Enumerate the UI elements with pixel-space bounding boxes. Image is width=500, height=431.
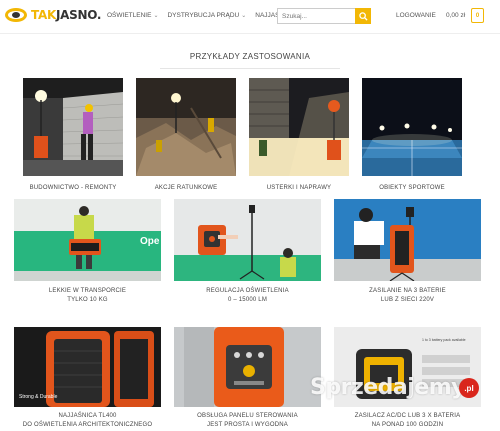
tile-caption: USTERKI I NAPRAWY: [266, 185, 332, 191]
photo-overlay-text: 1 to 3 battery pack available: [422, 338, 466, 342]
cart-icon[interactable]: 0: [471, 8, 484, 23]
photo-lightweight: [14, 199, 161, 281]
photo-sports: [362, 78, 462, 176]
photo-rescue: [136, 78, 236, 176]
site-header: TAKJASNO. OŚWIETLENIE ⌄ DYSTRYBUCJA PRĄDU…: [0, 0, 500, 34]
watermark-badge: .pl: [459, 378, 479, 398]
photo-construction: [23, 78, 123, 176]
site-logo[interactable]: TAKJASNO.: [5, 7, 101, 23]
login-link[interactable]: LOGOWANIE: [396, 12, 436, 19]
tile-caption: OBIEKTY SPORTOWE: [379, 185, 445, 191]
photo-control-panel: [174, 327, 321, 407]
search-button[interactable]: [355, 8, 371, 24]
search-input[interactable]: [277, 8, 355, 24]
logo-mark-icon: [5, 7, 27, 23]
photo-repairs: [249, 78, 349, 176]
chevron-down-icon: ⌄: [241, 13, 247, 19]
nav-item-dystrybucja-pradu[interactable]: DYSTRYBUCJA PRĄDU ⌄: [167, 12, 246, 19]
photo-battery-power: [334, 199, 481, 281]
tile-caption: BUDOWNICTWO - REMONTY: [29, 185, 117, 191]
photo-dimming: [174, 199, 321, 281]
watermark-text: Sprzedajemy: [310, 375, 466, 400]
photo-overlay-text: Ope: [140, 236, 160, 247]
tile-caption: ZASILANIE NA 3 BATERIE LUB Z SIECI 220V: [369, 288, 446, 303]
tile-caption: LEKKIE W TRANSPORCIE TYLKO 10 KG: [48, 288, 127, 303]
search-form: [277, 8, 371, 24]
tile-caption: ZASILACZ AC/DC LUB 3 X BATERIA NA PONAD 1…: [354, 413, 461, 428]
photo-overlay-text: Strong & Durable: [19, 394, 58, 400]
cart-total[interactable]: 0,00 zł: [446, 12, 465, 19]
search-icon: [358, 11, 368, 21]
nav-item-oswietlenie[interactable]: OŚWIETLENIE ⌄: [107, 12, 158, 19]
logo-text: TAKJASNO.: [31, 8, 102, 22]
section-title: PRZYKŁADY ZASTOSOWANIA: [189, 52, 311, 61]
tile-caption: NAJJAŚNICA TL400 DO OŚWIETLENIA ARCHITEKT…: [22, 413, 153, 428]
tile-caption: OBSŁUGA PANELU STEROWANIA JEST PROSTA I W…: [197, 413, 298, 428]
tile-caption: AKCJE RATUNKOWE: [154, 185, 218, 191]
title-divider: [160, 68, 340, 69]
chevron-down-icon: ⌄: [153, 13, 159, 19]
main-nav: OŚWIETLENIE ⌄ DYSTRYBUCJA PRĄDU ⌄ NAJJAŚNI…: [107, 12, 295, 19]
tile-caption: REGULACJA OŚWIETLENIA 0 – 15000 LM: [206, 288, 289, 303]
